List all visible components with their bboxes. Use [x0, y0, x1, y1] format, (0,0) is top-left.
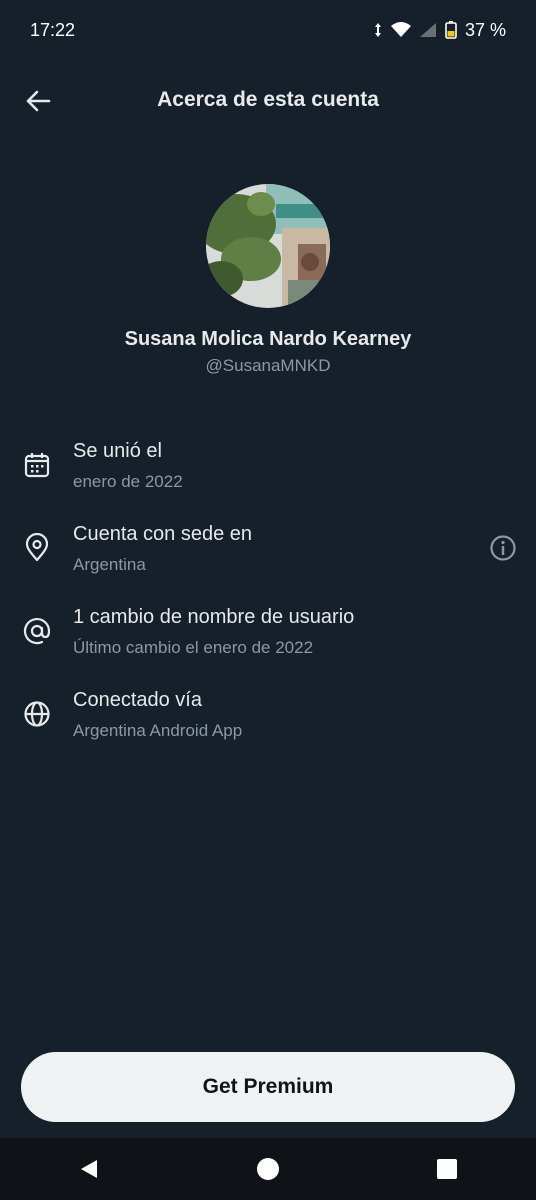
page-title: Acerca de esta cuenta: [157, 88, 379, 111]
at-sign-icon: [23, 618, 51, 645]
square-recents-icon: [436, 1159, 457, 1179]
row-label: Se unió el: [73, 440, 162, 462]
triangle-back-icon: [81, 1160, 98, 1178]
circle-home-icon: [256, 1158, 279, 1180]
calendar-icon: [24, 453, 50, 478]
profile-handle: @SusanaMNKD: [205, 356, 331, 375]
nav-back-button[interactable]: [59, 1139, 119, 1199]
row-label: Conectado vía: [73, 689, 202, 711]
profile-photo: [206, 184, 330, 308]
nav-recents-button[interactable]: [417, 1139, 477, 1199]
location-pin-icon: [25, 533, 49, 562]
wifi-icon: [390, 22, 411, 37]
list-item-location: Cuenta con sede en Argentina: [0, 523, 536, 593]
get-premium-button[interactable]: Get Premium: [21, 1052, 515, 1122]
signal-icon: [419, 23, 436, 37]
status-bar: 17:22 37 %: [0, 0, 536, 60]
list-item-joined: Se unió el enero de 2022: [0, 440, 536, 510]
info-icon[interactable]: [488, 533, 518, 563]
status-icons: 37 %: [373, 20, 506, 41]
arrow-left-icon: [26, 90, 51, 112]
row-label: 1 cambio de nombre de usuario: [73, 606, 355, 628]
back-button[interactable]: [22, 85, 54, 117]
top-bar: Acerca de esta cuenta: [0, 70, 536, 130]
battery-icon: [445, 21, 457, 39]
avatar[interactable]: [206, 184, 330, 308]
system-nav-bar: [0, 1138, 536, 1200]
globe-icon: [24, 701, 50, 727]
list-item-username-changes: 1 cambio de nombre de usuario Último cam…: [0, 606, 536, 676]
nav-home-button[interactable]: [238, 1139, 298, 1199]
battery-percent: 37 %: [464, 19, 506, 40]
profile-name: Susana Molica Nardo Kearney: [124, 328, 412, 350]
row-value: Argentina Android App: [73, 721, 243, 740]
row-label: Cuenta con sede en: [73, 523, 253, 545]
row-value: Argentina: [73, 555, 146, 574]
row-value: enero de 2022: [73, 472, 183, 491]
row-value: Último cambio el enero de 2022: [73, 638, 314, 657]
list-item-connected-via: Conectado vía Argentina Android App: [0, 689, 536, 759]
data-transfer-icon: [374, 23, 381, 37]
status-time: 17:22: [30, 19, 76, 40]
